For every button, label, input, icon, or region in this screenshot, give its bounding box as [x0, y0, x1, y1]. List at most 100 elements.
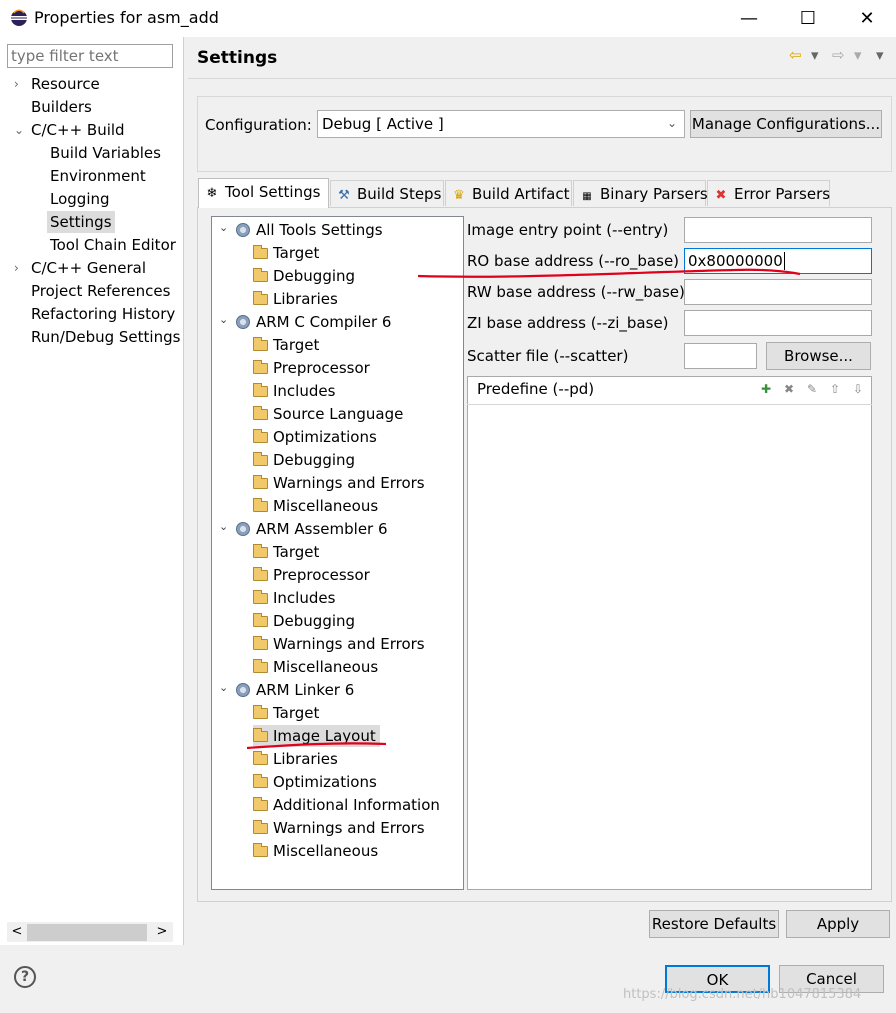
- nav-item-logging[interactable]: Logging: [50, 188, 110, 210]
- tree-item[interactable]: Additional Information: [253, 794, 440, 816]
- tab-binary-parsers[interactable]: ▦ Binary Parsers: [573, 180, 708, 206]
- tree-item[interactable]: Target: [253, 541, 319, 563]
- tree-item-label: Includes: [273, 589, 336, 607]
- folder-icon: [253, 797, 268, 811]
- tree-item[interactable]: Source Language: [253, 403, 403, 425]
- zi-base-input[interactable]: [684, 310, 872, 336]
- rw-base-input[interactable]: [684, 279, 872, 305]
- tab-build-steps[interactable]: ⚒ Build Steps: [330, 180, 444, 206]
- filter-input[interactable]: [7, 44, 173, 68]
- forward-menu-icon[interactable]: ▾: [854, 46, 862, 64]
- nav-item-project-references[interactable]: Project References: [31, 280, 170, 302]
- tree-item-label: Debugging: [273, 451, 356, 469]
- forward-arrow-icon[interactable]: ⇨: [832, 46, 845, 64]
- tree-item-label: Target: [273, 704, 320, 722]
- move-up-icon[interactable]: ⇧: [827, 381, 843, 397]
- scatter-input[interactable]: [684, 343, 757, 369]
- tree-item[interactable]: Target: [253, 702, 319, 724]
- close-icon: ✕: [859, 7, 875, 29]
- nav-item-settings[interactable]: Settings: [47, 211, 115, 233]
- tree-item[interactable]: Target: [253, 334, 319, 356]
- chevron-down-icon[interactable]: ⌄: [219, 313, 231, 326]
- scroll-right-icon[interactable]: >: [153, 922, 171, 942]
- tree-item[interactable]: Warnings and Errors: [253, 817, 425, 839]
- back-menu-icon[interactable]: ▾: [811, 46, 819, 64]
- nav-item-run-debug-settings[interactable]: Run/Debug Settings: [31, 326, 180, 348]
- add-icon[interactable]: ✚: [758, 381, 774, 397]
- tree-item[interactable]: Miscellaneous: [253, 495, 378, 517]
- tree-item-label: Target: [273, 244, 320, 262]
- nav-item-tool-chain-editor[interactable]: Tool Chain Editor: [50, 234, 176, 256]
- error-icon: ✖: [715, 188, 727, 203]
- chevron-right-icon[interactable]: ›: [14, 77, 26, 91]
- restore-defaults-button[interactable]: Restore Defaults: [649, 910, 779, 938]
- tree-item[interactable]: Debugging: [253, 610, 355, 632]
- folder-icon: [253, 360, 268, 374]
- predefine-list[interactable]: [467, 376, 872, 890]
- nav-item-environment[interactable]: Environment: [50, 165, 146, 187]
- nav-item-resource[interactable]: Resource: [31, 73, 100, 95]
- tree-group[interactable]: ARM Assembler 6: [236, 518, 388, 540]
- back-arrow-icon[interactable]: ⇦: [789, 46, 802, 64]
- manage-configurations-button[interactable]: Manage Configurations...: [690, 110, 882, 138]
- delete-icon[interactable]: ✖: [781, 381, 797, 397]
- tree-item[interactable]: Optimizations: [253, 771, 377, 793]
- tree-group[interactable]: All Tools Settings: [236, 219, 383, 241]
- tree-item[interactable]: Includes: [253, 380, 335, 402]
- tree-item[interactable]: Miscellaneous: [253, 656, 378, 678]
- folder-icon: [253, 452, 268, 466]
- tab-tool-settings[interactable]: ❄ Tool Settings: [198, 178, 329, 208]
- chevron-down-icon[interactable]: ⌄: [219, 681, 231, 694]
- tree-item[interactable]: Image Layout: [253, 725, 380, 747]
- scroll-left-icon[interactable]: <: [8, 922, 26, 942]
- chevron-down-icon[interactable]: ⌄: [14, 123, 26, 137]
- view-menu-icon[interactable]: ▾: [876, 46, 884, 64]
- tree-item[interactable]: Target: [253, 242, 319, 264]
- chevron-down-icon[interactable]: ⌄: [219, 221, 231, 234]
- tree-item[interactable]: Libraries: [253, 748, 338, 770]
- folder-icon: [253, 406, 268, 420]
- chevron-right-icon[interactable]: ›: [14, 261, 26, 275]
- tree-item[interactable]: Libraries: [253, 288, 338, 310]
- tree-item[interactable]: Debugging: [253, 265, 355, 287]
- tree-group-label: All Tools Settings: [256, 221, 383, 239]
- apply-button[interactable]: Apply: [786, 910, 890, 938]
- folder-icon: [253, 498, 268, 512]
- tree-item[interactable]: Miscellaneous: [253, 840, 378, 862]
- chevron-down-icon[interactable]: ⌄: [219, 520, 231, 533]
- close-button[interactable]: ✕: [838, 0, 896, 36]
- folder-icon: [253, 636, 268, 650]
- maximize-button[interactable]: ☐: [779, 0, 837, 36]
- tab-build-artifact[interactable]: ♛ Build Artifact: [445, 180, 572, 206]
- tree-item-label: Optimizations: [273, 428, 377, 446]
- tree-item[interactable]: Includes: [253, 587, 335, 609]
- tab-label: Tool Settings: [225, 183, 321, 201]
- nav-item-builders[interactable]: Builders: [31, 96, 92, 118]
- edit-icon[interactable]: ✎: [804, 381, 820, 397]
- nav-item-refactoring-history[interactable]: Refactoring History: [31, 303, 175, 325]
- tab-label: Error Parsers: [734, 185, 831, 203]
- ro-base-input[interactable]: 0x80000000: [684, 248, 872, 274]
- tree-item[interactable]: Warnings and Errors: [253, 472, 425, 494]
- tree-item[interactable]: Debugging: [253, 449, 355, 471]
- chevron-down-icon: ⌄: [667, 116, 678, 130]
- tree-item-label: Preprocessor: [273, 359, 370, 377]
- nav-item-c-c-build[interactable]: C/C++ Build: [31, 119, 125, 141]
- minimize-button[interactable]: —: [720, 0, 778, 36]
- tree-item[interactable]: Preprocessor: [253, 357, 370, 379]
- watermark-text: https://blog.csdn.net/hb1047815384: [623, 987, 862, 1002]
- tab-error-parsers[interactable]: ✖ Error Parsers: [707, 180, 830, 206]
- help-icon[interactable]: ?: [14, 966, 36, 988]
- browse-button[interactable]: Browse...: [766, 342, 871, 370]
- entry-input[interactable]: [684, 217, 872, 243]
- tree-group[interactable]: ARM Linker 6: [236, 679, 354, 701]
- nav-item-c-c-general[interactable]: C/C++ General: [31, 257, 146, 279]
- binary-icon: ▦: [582, 191, 592, 202]
- scrollbar-thumb[interactable]: [27, 924, 147, 941]
- tree-item[interactable]: Preprocessor: [253, 564, 370, 586]
- tree-group[interactable]: ARM C Compiler 6: [236, 311, 391, 333]
- tree-item[interactable]: Warnings and Errors: [253, 633, 425, 655]
- tree-item[interactable]: Optimizations: [253, 426, 377, 448]
- nav-item-build-variables[interactable]: Build Variables: [50, 142, 161, 164]
- move-down-icon[interactable]: ⇩: [850, 381, 866, 397]
